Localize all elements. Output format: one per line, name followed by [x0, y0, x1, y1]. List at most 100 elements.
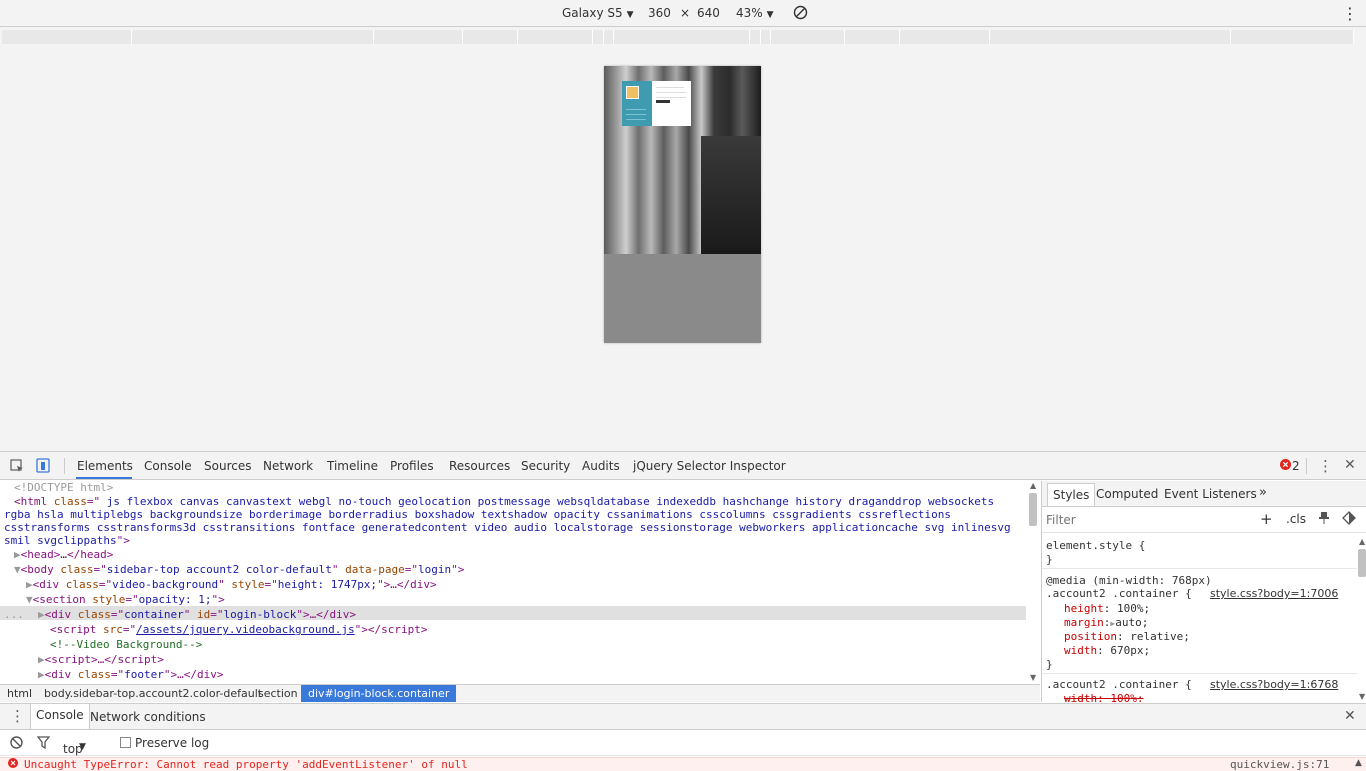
scroll-icon[interactable]: ▲ — [1355, 758, 1362, 768]
close-drawer-icon[interactable]: ✕ — [1344, 708, 1356, 724]
rule1-prop-height[interactable]: height: 100%; — [1064, 602, 1150, 616]
ruler-segment[interactable] — [845, 30, 900, 44]
html-class-line-4-wrap: smil svgclippaths"> — [4, 534, 130, 547]
drawer-tab-console[interactable]: Console — [30, 704, 90, 729]
tab-resources[interactable]: Resources — [449, 459, 510, 473]
styles-filter-input[interactable] — [1046, 511, 1246, 529]
height-field[interactable]: 640 — [697, 6, 720, 20]
breadcrumb-html[interactable]: html — [7, 687, 32, 700]
footer-node[interactable]: ▶<div class="footer">…</div> — [38, 668, 223, 681]
script-node[interactable]: <script src="/assets/jquery.videobackgro… — [50, 623, 428, 636]
ruler-segment[interactable] — [990, 30, 1231, 44]
rule1-prop-position[interactable]: position: relative; — [1064, 630, 1190, 644]
device-select[interactable]: Galaxy S5 ▼ — [562, 6, 634, 20]
tab-security[interactable]: Security — [521, 459, 570, 473]
filter-icon[interactable] — [36, 736, 51, 752]
prop-name: margin — [1064, 616, 1104, 629]
node-more-icon[interactable]: ... — [4, 608, 24, 621]
elements-scrollbar[interactable] — [1029, 493, 1037, 526]
ruler-segment[interactable] — [750, 30, 761, 44]
rotate-icon[interactable] — [793, 5, 808, 23]
device-mode-icon[interactable] — [36, 458, 50, 477]
emulated-device-screen[interactable] — [604, 66, 761, 343]
tab-network[interactable]: Network — [263, 459, 313, 473]
preserve-log-checkbox[interactable] — [120, 737, 131, 748]
doctype-node[interactable]: <!DOCTYPE html> — [14, 481, 113, 494]
scroll-up-icon[interactable]: ▲ — [1030, 481, 1036, 490]
clear-console-icon[interactable] — [10, 736, 23, 752]
body-node[interactable]: ▼<body class="sidebar-top account2 color… — [14, 563, 464, 576]
close-icon[interactable]: ✕ — [1344, 457, 1356, 473]
ruler-segment[interactable] — [900, 30, 990, 44]
rule2-source-link[interactable]: style.css?body=1:6768 — [1210, 678, 1338, 692]
html-node[interactable]: <html class=" js flexbox canvas canvaste… — [14, 495, 994, 508]
tab-jquery-selector-inspector[interactable]: jQuery Selector Inspector — [633, 459, 786, 473]
inspect-element-icon[interactable] — [10, 459, 24, 477]
rule2-prop-width[interactable]: width: 100%; — [1064, 692, 1143, 702]
script-inline-node[interactable]: ▶<script>…</script> — [38, 653, 164, 666]
tab-timeline[interactable]: Timeline — [327, 459, 378, 473]
ruler-segment[interactable] — [2, 30, 132, 44]
rule1-selector[interactable]: .account2 .container { — [1046, 587, 1192, 601]
logo-icon — [626, 86, 639, 99]
ruler-segment[interactable] — [593, 30, 604, 44]
head-node[interactable]: ▶<head>…</head> — [14, 548, 113, 561]
tab-elements[interactable]: Elements — [77, 459, 133, 473]
rule1-prop-width[interactable]: width: 670px; — [1064, 644, 1150, 658]
console-error-message[interactable]: Uncaught TypeError: Cannot read property… — [0, 757, 1366, 771]
tab-event-listeners[interactable]: Event Listeners — [1164, 487, 1257, 501]
ruler-segment[interactable] — [1231, 30, 1354, 44]
zoom-select[interactable]: 43% ▼ — [736, 6, 774, 20]
breadcrumb-login-block[interactable]: div#login-block.container — [301, 685, 457, 702]
section-node[interactable]: ▼<section style="opacity: 1;"> — [26, 593, 225, 606]
more-tabs-icon[interactable]: » — [1259, 485, 1267, 500]
prop-name: height — [1064, 602, 1104, 615]
element-style-selector[interactable]: element.style { — [1046, 539, 1145, 553]
drawer-tab-network-conditions[interactable]: Network conditions — [90, 710, 206, 724]
error-icon[interactable] — [1280, 459, 1291, 474]
sidebar-line — [626, 114, 646, 115]
tab-console[interactable]: Console — [144, 459, 192, 473]
tab-computed[interactable]: Computed — [1096, 487, 1158, 501]
error-count[interactable]: 2 — [1292, 459, 1300, 473]
comment-node[interactable]: <!--Video Background--> — [50, 638, 202, 651]
form-line — [656, 92, 686, 93]
pin-icon[interactable] — [1318, 511, 1330, 528]
customize-menu-icon[interactable]: ⋮ — [1318, 457, 1333, 475]
rule2-selector[interactable]: .account2 .container { — [1046, 678, 1192, 692]
rendering-icon[interactable] — [1342, 511, 1356, 528]
new-style-rule-icon[interactable]: + — [1260, 510, 1273, 528]
breadcrumb-body[interactable]: body.sidebar-top.account2.color-default — [44, 687, 262, 700]
tab-profiles[interactable]: Profiles — [390, 459, 434, 473]
rule1-source-link[interactable]: style.css?body=1:7006 — [1210, 587, 1338, 601]
width-field[interactable]: 360 — [648, 6, 671, 20]
ruler-segment[interactable] — [518, 30, 593, 44]
styles-scrollbar[interactable] — [1358, 549, 1366, 577]
login-block-node[interactable]: ▶<div class="container" id="login-block"… — [38, 608, 356, 621]
cls-button[interactable]: .cls — [1286, 512, 1306, 526]
ruler-segment[interactable] — [771, 30, 845, 44]
scroll-down-icon[interactable]: ▼ — [1030, 673, 1036, 682]
drawer-tabbar: ⋮ Console Network conditions ✕ — [0, 704, 1366, 730]
rule1-prop-margin[interactable]: margin:▶auto; — [1064, 616, 1148, 631]
ruler-segment[interactable] — [463, 30, 518, 44]
scroll-down-icon[interactable]: ▼ — [1359, 692, 1365, 701]
more-options-icon[interactable]: ⋮ — [1342, 4, 1358, 23]
ruler-segment[interactable] — [604, 30, 614, 44]
error-source-link[interactable]: quickview.js:71 — [1230, 758, 1329, 771]
breadcrumb-section[interactable]: section — [258, 687, 298, 700]
video-background-node[interactable]: ▶<div class="video-background" style="he… — [26, 578, 437, 591]
tab-audits[interactable]: Audits — [582, 459, 620, 473]
ruler-segment[interactable] — [132, 30, 374, 44]
ruler-segment[interactable] — [374, 30, 463, 44]
divider — [1042, 673, 1357, 674]
divider — [1042, 568, 1357, 569]
ruler-segment[interactable] — [761, 30, 771, 44]
ruler-segment[interactable] — [614, 30, 750, 44]
tab-styles[interactable]: Styles — [1047, 483, 1096, 506]
scroll-up-icon[interactable]: ▲ — [1359, 537, 1365, 546]
tab-sources[interactable]: Sources — [204, 459, 251, 473]
script-src-link[interactable]: /assets/jquery.videobackground.js — [136, 623, 355, 636]
background-furniture — [701, 136, 761, 254]
drawer-menu-icon[interactable]: ⋮ — [10, 707, 25, 725]
